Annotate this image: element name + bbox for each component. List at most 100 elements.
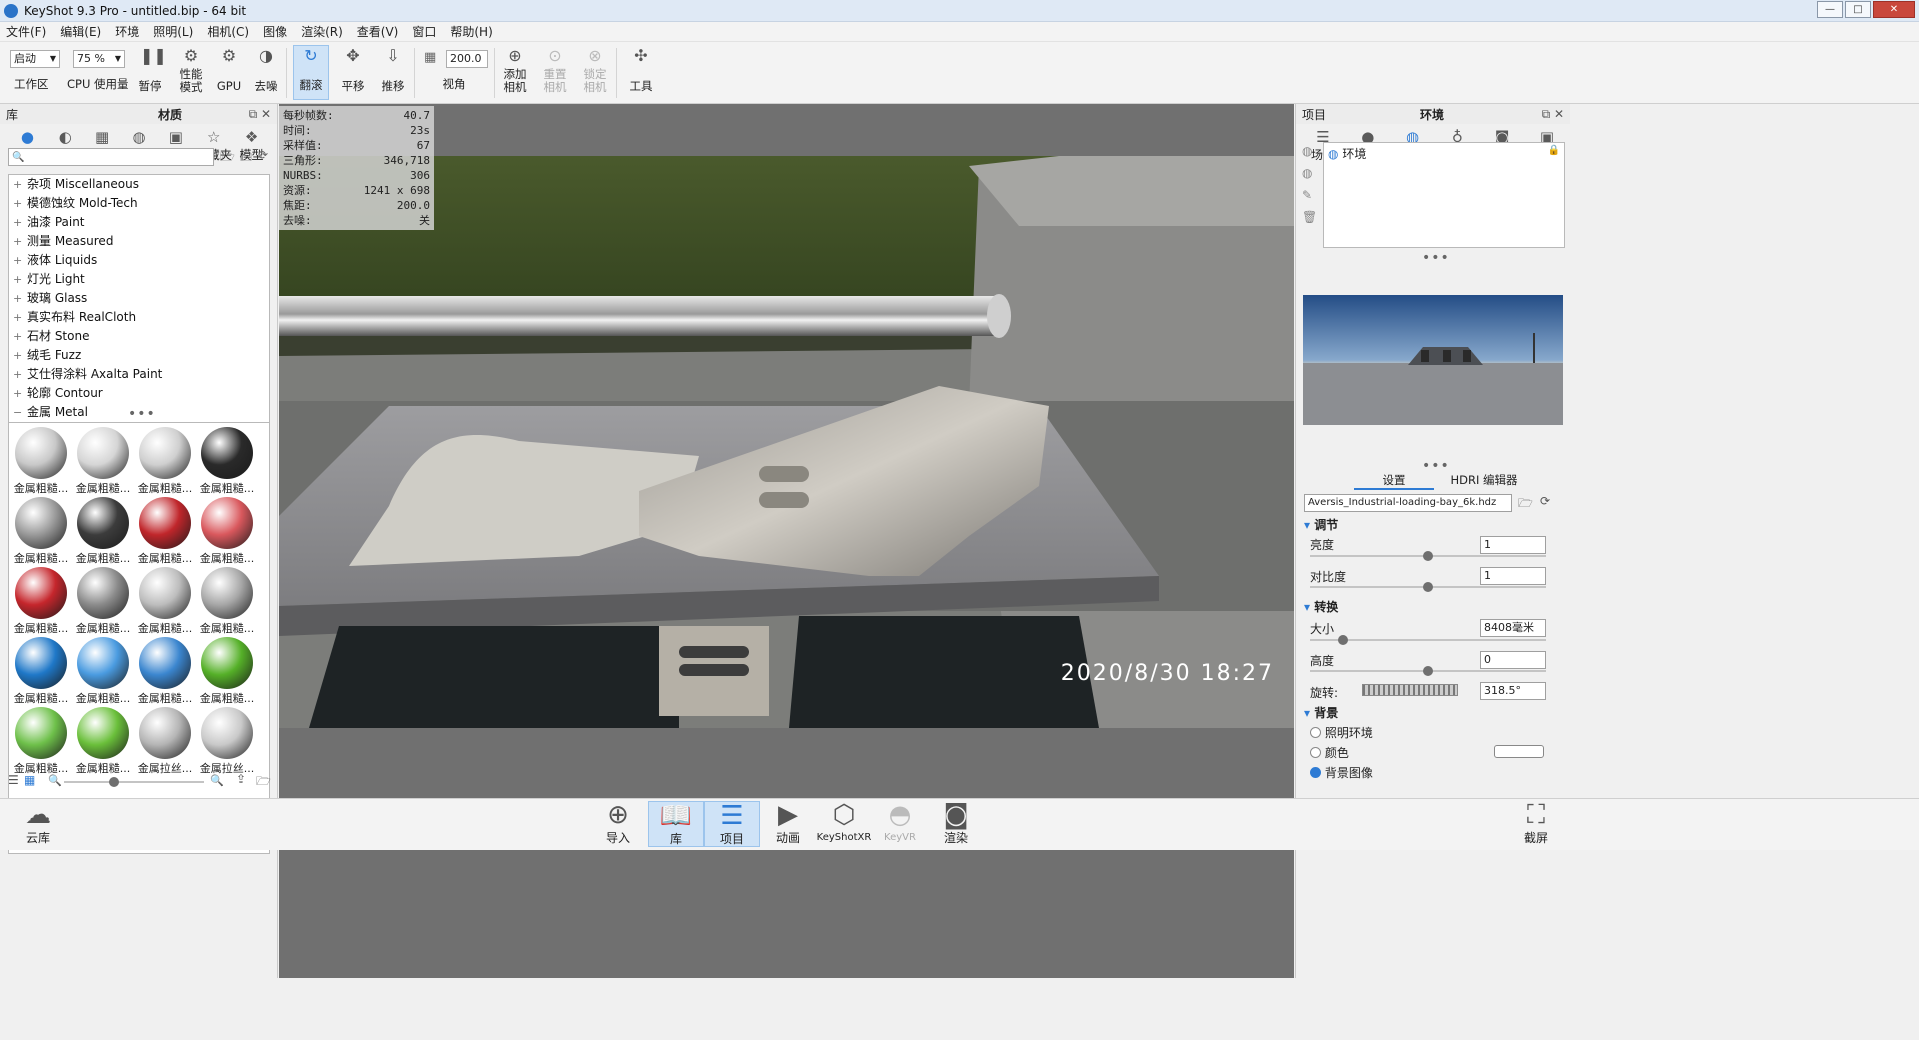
size-knob[interactable] xyxy=(1338,635,1348,645)
upload-icon[interactable]: ⇪ xyxy=(236,772,246,786)
menu-lighting[interactable]: 照明(L) xyxy=(153,23,193,40)
expand-toggle-icon[interactable]: + xyxy=(13,365,22,384)
size-input[interactable]: 8408毫米 xyxy=(1480,619,1546,637)
splitter-handle[interactable]: ••• xyxy=(128,406,156,422)
folder-add-icon[interactable]: 🗁 xyxy=(220,148,235,169)
render-scene[interactable] xyxy=(279,156,1294,728)
library-button[interactable]: 📖 库 xyxy=(648,801,704,847)
pause-button[interactable]: ❚❚ 暂停 xyxy=(136,46,167,93)
delete-icon[interactable]: 🗑 xyxy=(1302,210,1318,232)
panel-close-icon[interactable]: ⧉ ✕ xyxy=(249,107,271,122)
size-slider[interactable] xyxy=(1310,635,1546,645)
contrast-knob[interactable] xyxy=(1423,582,1433,592)
expand-toggle-icon[interactable]: + xyxy=(13,232,22,251)
background-section-header[interactable]: ▾ 背景 xyxy=(1304,704,1338,722)
tree-item[interactable]: + 油漆 Paint xyxy=(9,213,269,232)
splitter-handle[interactable]: ••• xyxy=(1422,250,1450,266)
rotation-jog-wheel[interactable] xyxy=(1362,684,1458,696)
radio-button[interactable] xyxy=(1310,727,1321,738)
color-swatch[interactable] xyxy=(1494,745,1544,758)
expand-toggle-icon[interactable]: + xyxy=(13,308,22,327)
expand-toggle-icon[interactable]: + xyxy=(13,346,22,365)
subtab-settings[interactable]: 设置 xyxy=(1354,472,1434,490)
project-button[interactable]: ☰ 项目 xyxy=(704,801,760,847)
refresh-icon[interactable]: ⟳ xyxy=(258,148,268,162)
folder-icon[interactable]: 🗁 xyxy=(256,772,271,793)
brightness-knob[interactable] xyxy=(1423,551,1433,561)
list-view-icon[interactable]: ☰ xyxy=(8,773,19,787)
tree-item[interactable]: + 灯光 Light xyxy=(9,270,269,289)
close-button[interactable]: ✕ xyxy=(1873,1,1915,18)
maximize-button[interactable]: □ xyxy=(1845,1,1871,18)
grid-view-icon[interactable]: ▦ xyxy=(24,773,35,787)
library-search-input[interactable]: 🔍 xyxy=(8,148,214,166)
reset-camera-button[interactable]: ⊙ 重置 相机 xyxy=(540,46,570,94)
menu-camera[interactable]: 相机(C) xyxy=(207,23,249,40)
add-camera-button[interactable]: ⊕ 添加 相机 xyxy=(500,46,530,94)
transform-section-header[interactable]: ▾ 转换 xyxy=(1304,598,1338,616)
workspace-select[interactable]: 启动 ▼ xyxy=(10,50,60,68)
hdri-file-field[interactable]: Aversis_Industrial-loading-bay_6k.hdz xyxy=(1304,494,1512,512)
hdri-preview[interactable] xyxy=(1303,295,1563,425)
adjust-section-header[interactable]: ▾ 调节 xyxy=(1304,516,1338,534)
brightness-slider[interactable] xyxy=(1310,551,1546,561)
zoom-in-icon[interactable]: 🔍 xyxy=(210,774,224,787)
environment-list-item[interactable]: ◍ 环境 🔒 xyxy=(1324,143,1564,164)
folder-icon[interactable]: 🗁 xyxy=(1518,494,1533,515)
folder-icon[interactable]: 🗀 xyxy=(240,148,252,169)
tree-item[interactable]: + 轮廓 Contour xyxy=(9,384,269,403)
fov-input[interactable]: 200.0 xyxy=(446,50,488,68)
keyshotxr-button[interactable]: ⬡ KeyShotXR xyxy=(812,801,876,847)
menu-render[interactable]: 渲染(R) xyxy=(301,23,343,40)
screenshot-button[interactable]: ⛶ 截屏 xyxy=(1504,801,1568,847)
menu-window[interactable]: 窗口 xyxy=(412,23,436,40)
expand-toggle-icon[interactable]: + xyxy=(13,194,22,213)
expand-toggle-icon[interactable]: + xyxy=(13,270,22,289)
bg-option-backplate[interactable]: 背景图像 xyxy=(1310,764,1373,781)
expand-toggle-icon[interactable]: + xyxy=(13,213,22,232)
expand-toggle-icon[interactable]: + xyxy=(13,251,22,270)
import-button[interactable]: ⊕ 导入 xyxy=(586,801,650,847)
zoom-out-icon[interactable]: 🔍 xyxy=(48,774,62,787)
lock-icon[interactable]: 🔒 xyxy=(1548,145,1560,156)
tree-item[interactable]: + 玻璃 Glass xyxy=(9,289,269,308)
lock-camera-button[interactable]: ⊗ 锁定 相机 xyxy=(580,46,610,94)
menu-environment[interactable]: 环境 xyxy=(115,23,139,40)
tree-item[interactable]: + 艾仕得涂料 Axalta Paint xyxy=(9,365,269,384)
contrast-input[interactable]: 1 xyxy=(1480,567,1546,585)
cpu-usage-select[interactable]: 75 % ▼ xyxy=(73,50,125,68)
gpu-button[interactable]: ⚙ GPU xyxy=(216,46,242,93)
tree-item[interactable]: + 真实布料 RealCloth xyxy=(9,308,269,327)
tumble-button[interactable]: ↻ 翻滚 xyxy=(293,45,329,100)
panel-close-icon[interactable]: ⧉ ✕ xyxy=(1542,107,1564,122)
tree-item[interactable]: + 测量 Measured xyxy=(9,232,269,251)
height-slider[interactable] xyxy=(1310,666,1546,676)
height-input[interactable]: 0 xyxy=(1480,651,1546,669)
menu-image[interactable]: 图像 xyxy=(263,23,287,40)
performance-mode-button[interactable]: ⚙ 性能 模式 xyxy=(176,46,206,94)
expand-toggle-icon[interactable]: + xyxy=(13,384,22,403)
expand-toggle-icon[interactable]: + xyxy=(13,327,22,346)
keyvr-button[interactable]: ◓ KeyVR xyxy=(868,801,932,847)
thumbnail-size-slider[interactable] xyxy=(64,777,204,787)
tools-button[interactable]: ✣ 工具 xyxy=(626,46,656,93)
height-knob[interactable] xyxy=(1423,666,1433,676)
expand-toggle-icon[interactable]: + xyxy=(13,175,22,194)
add-environment-icon[interactable]: ◍ xyxy=(1302,144,1318,166)
animation-button[interactable]: ▶ 动画 xyxy=(756,801,820,847)
radio-button[interactable] xyxy=(1310,747,1321,758)
tree-item[interactable]: + 模德蚀纹 Mold-Tech xyxy=(9,194,269,213)
bg-option-lighting-env[interactable]: 照明环境 xyxy=(1310,724,1373,741)
menu-file[interactable]: 文件(F) xyxy=(6,23,46,40)
tree-item[interactable]: + 杂项 Miscellaneous xyxy=(9,175,269,194)
edit-environment-icon[interactable]: ✎ xyxy=(1302,188,1318,210)
tree-item[interactable]: + 液体 Liquids xyxy=(9,251,269,270)
expand-toggle-icon[interactable]: + xyxy=(13,289,22,308)
dolly-button[interactable]: ⇩ 推移 xyxy=(378,46,408,93)
slider-knob[interactable] xyxy=(109,777,119,787)
tree-item[interactable]: + 绒毛 Fuzz xyxy=(9,346,269,365)
radio-button-selected[interactable] xyxy=(1310,767,1321,778)
expand-toggle-icon[interactable]: − xyxy=(13,403,22,422)
denoise-button[interactable]: ◑ 去噪 xyxy=(252,46,280,93)
duplicate-environment-icon[interactable]: ◍ xyxy=(1302,166,1318,188)
